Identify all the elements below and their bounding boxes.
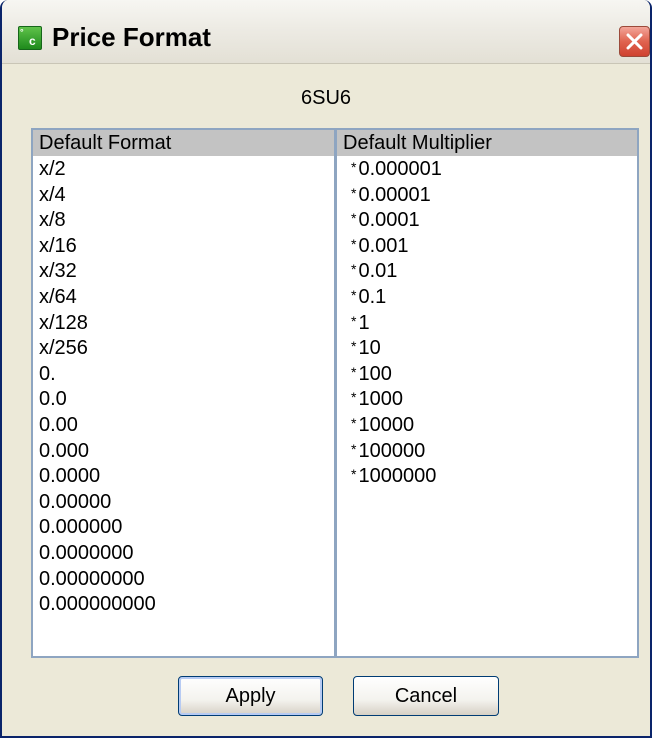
format-list-item[interactable]: x/32 bbox=[33, 259, 334, 285]
format-list-items: x/2 x/4 x/8 x/16 x/32 x/64 x/128 x/256 0. 0.0 0.00… bbox=[33, 157, 334, 618]
app-icon-glyph-b: c bbox=[29, 34, 36, 48]
multiplier-list-item[interactable]: * 100 bbox=[337, 362, 637, 388]
multiplier-value: 0.1 bbox=[358, 285, 387, 308]
multiplier-list-item[interactable]: * 100000 bbox=[337, 439, 637, 465]
format-list-item[interactable]: 0.00 bbox=[33, 413, 334, 439]
format-list-item[interactable]: 0.000000000 bbox=[33, 592, 334, 618]
cancel-button[interactable]: Cancel bbox=[353, 676, 499, 716]
multiplier-symbol: * bbox=[351, 414, 357, 431]
format-list-item[interactable]: x/8 bbox=[33, 208, 334, 234]
format-list-item[interactable]: 0.000000 bbox=[33, 515, 334, 541]
multiplier-value: 1000000 bbox=[358, 465, 437, 488]
multiplier-value: 10000 bbox=[358, 413, 415, 436]
multiplier-value: 1000 bbox=[358, 388, 403, 411]
multiplier-symbol: * bbox=[351, 466, 357, 483]
multiplier-value: 0.0001 bbox=[358, 209, 420, 232]
multiplier-value: 100 bbox=[358, 362, 392, 385]
multiplier-list-item[interactable]: * 0.001 bbox=[337, 234, 637, 260]
multiplier-list-item[interactable]: * 1 bbox=[337, 311, 637, 337]
price-format-dialog: ° c Price Format 6SU6 Default Format x/2… bbox=[0, 0, 652, 738]
multiplier-list-item[interactable]: * 1000 bbox=[337, 387, 637, 413]
multiplier-symbol: * bbox=[351, 261, 357, 278]
multiplier-list-item[interactable]: * 0.000001 bbox=[337, 157, 637, 183]
title-bar[interactable]: ° c Price Format bbox=[2, 0, 650, 64]
multiplier-value: 0.000001 bbox=[358, 158, 442, 180]
multiplier-list-items: * 0.000001 * 0.00001 * 0.0001 * 0.001 * 0.01 * 0.1 *… bbox=[337, 157, 637, 490]
multiplier-list-item[interactable]: * 10000 bbox=[337, 413, 637, 439]
multiplier-symbol: * bbox=[351, 235, 357, 252]
format-list-item[interactable]: x/4 bbox=[33, 183, 334, 209]
multiplier-list-item[interactable]: * 1000000 bbox=[337, 464, 637, 490]
format-list-item[interactable]: x/256 bbox=[33, 336, 334, 362]
format-list-item[interactable]: x/64 bbox=[33, 285, 334, 311]
multiplier-symbol: * bbox=[351, 312, 357, 329]
close-button[interactable] bbox=[619, 26, 650, 57]
multiplier-symbol: * bbox=[351, 286, 357, 303]
multiplier-value: 100000 bbox=[358, 439, 426, 462]
format-list-item[interactable]: x/16 bbox=[33, 234, 334, 260]
format-list-item[interactable]: 0.00000 bbox=[33, 490, 334, 516]
multiplier-symbol: * bbox=[351, 184, 357, 201]
multiplier-list-header: Default Multiplier bbox=[337, 130, 637, 156]
format-list-item[interactable]: 0.000 bbox=[33, 439, 334, 465]
format-list-header: Default Format bbox=[33, 130, 334, 156]
multiplier-symbol: * bbox=[351, 440, 357, 457]
app-icon-glyph-a: ° bbox=[20, 27, 24, 37]
format-list-item[interactable]: x/2 bbox=[33, 157, 334, 183]
multiplier-value: 10 bbox=[358, 337, 381, 360]
format-list-item[interactable]: 0.00000000 bbox=[33, 567, 334, 593]
window-title: Price Format bbox=[52, 22, 211, 52]
multiplier-symbol: * bbox=[351, 159, 357, 175]
format-list-item[interactable]: 0. bbox=[33, 362, 334, 388]
symbol-label: 6SU6 bbox=[300, 87, 352, 109]
apply-button[interactable]: Apply bbox=[178, 676, 323, 716]
multiplier-list[interactable]: Default Multiplier * 0.000001 * 0.00001 * 0.0… bbox=[335, 128, 639, 658]
format-list-item[interactable]: 0.0 bbox=[33, 387, 334, 413]
multiplier-list-item[interactable]: * 0.01 bbox=[337, 259, 637, 285]
format-list-item[interactable]: 0.0000 bbox=[33, 464, 334, 490]
multiplier-list-item[interactable]: * 0.1 bbox=[337, 285, 637, 311]
multiplier-symbol: * bbox=[351, 210, 357, 227]
multiplier-list-item[interactable]: * 10 bbox=[337, 336, 637, 362]
multiplier-list-item[interactable]: * 0.00001 bbox=[337, 183, 637, 209]
multiplier-value: 0.00001 bbox=[358, 183, 431, 206]
multiplier-list-item[interactable]: * 0.0001 bbox=[337, 208, 637, 234]
multiplier-value: 0.01 bbox=[358, 260, 398, 283]
multiplier-value: 1 bbox=[358, 311, 370, 334]
multiplier-symbol: * bbox=[351, 338, 357, 355]
multiplier-symbol: * bbox=[351, 389, 357, 406]
format-list[interactable]: Default Format x/2 x/4 x/8 x/16 x/32 x/64 x/12… bbox=[31, 128, 336, 658]
close-icon bbox=[626, 33, 643, 50]
format-list-item[interactable]: 0.0000000 bbox=[33, 541, 334, 567]
price-format-app-icon: ° c bbox=[18, 26, 42, 50]
multiplier-value: 0.001 bbox=[358, 234, 409, 257]
format-list-item[interactable]: x/128 bbox=[33, 311, 334, 337]
multiplier-symbol: * bbox=[351, 363, 357, 380]
